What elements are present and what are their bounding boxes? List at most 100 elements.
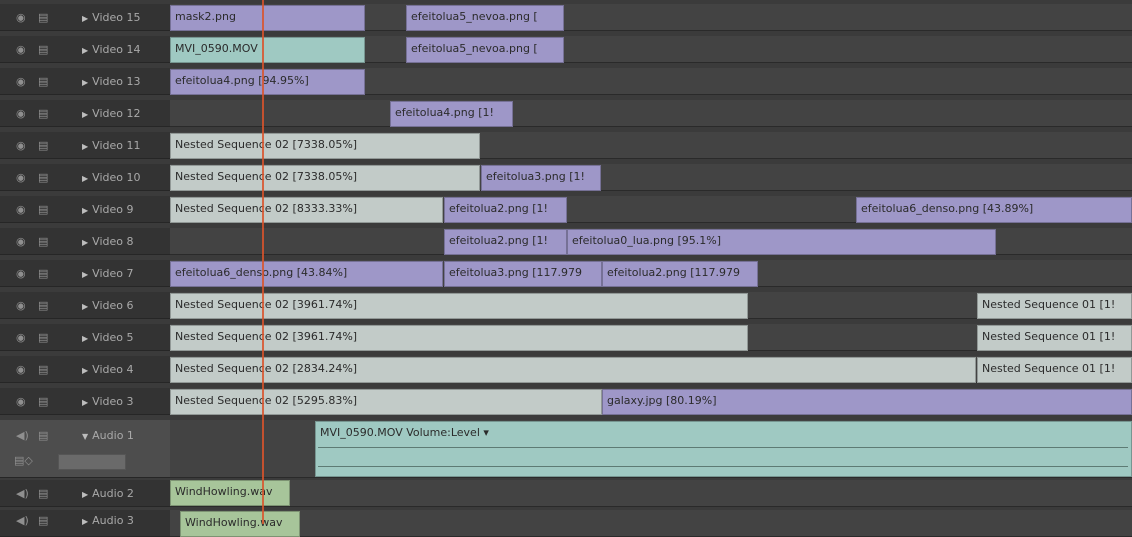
keyframe-navigator[interactable] <box>58 454 126 470</box>
filmstrip-icon[interactable]: ▤ <box>38 43 48 57</box>
expand-icon[interactable]: ▶ <box>82 334 88 343</box>
filmstrip-icon[interactable]: ▤ <box>38 75 48 89</box>
clip[interactable]: Nested Sequence 02 [7338.05%] <box>170 133 480 159</box>
expand-icon[interactable]: ▶ <box>82 302 88 311</box>
eye-icon[interactable]: ◉ <box>16 395 26 409</box>
speaker-icon[interactable]: ◀) <box>16 487 29 501</box>
clip[interactable]: efeitolua3.png [117.979 <box>444 261 602 287</box>
eye-icon[interactable]: ◉ <box>16 75 26 89</box>
clip[interactable]: Nested Sequence 02 [5295.83%] <box>170 389 602 415</box>
eye-icon[interactable]: ◉ <box>16 171 26 185</box>
filmstrip-icon[interactable]: ▤ <box>38 395 48 409</box>
clip[interactable]: Nested Sequence 02 [3961.74%] <box>170 293 748 319</box>
track-header-video-11: ◉ ▤ ▶ Video 11 <box>0 132 170 159</box>
clip[interactable]: Nested Sequence 01 [1! <box>977 325 1132 351</box>
filmstrip-icon[interactable]: ▤ <box>38 235 48 249</box>
track-name[interactable]: ▶ Video 13 <box>82 75 140 88</box>
clip[interactable]: Nested Sequence 02 [3961.74%] <box>170 325 748 351</box>
clip[interactable]: mask2.png <box>170 5 365 31</box>
filmstrip-icon[interactable]: ▤ <box>38 107 48 121</box>
track-name[interactable]: ▶ Audio 2 <box>82 487 134 500</box>
clip[interactable]: efeitolua6_denso.png [43.84%] <box>170 261 443 287</box>
expand-icon[interactable]: ▶ <box>82 142 88 151</box>
eye-icon[interactable]: ◉ <box>16 11 26 25</box>
eye-icon[interactable]: ◉ <box>16 363 26 377</box>
filmstrip-icon[interactable]: ▤ <box>38 487 48 501</box>
expand-icon[interactable]: ▶ <box>82 46 88 55</box>
clip[interactable]: MVI_0590.MOV <box>170 37 365 63</box>
clip[interactable]: efeitolua4.png [1! <box>390 101 513 127</box>
filmstrip-icon[interactable]: ▤ <box>38 429 48 443</box>
track-lane[interactable] <box>170 100 1132 127</box>
audio-clip[interactable]: WindHowling.wav <box>170 480 290 506</box>
filmstrip-icon[interactable]: ▤ <box>38 11 48 25</box>
clip[interactable]: Nested Sequence 02 [8333.33%] <box>170 197 443 223</box>
track-name[interactable]: ▶ Video 11 <box>82 139 140 152</box>
track-lane[interactable] <box>170 480 1132 507</box>
expand-icon[interactable]: ▶ <box>82 270 88 279</box>
eye-icon[interactable]: ◉ <box>16 43 26 57</box>
filmstrip-icon[interactable]: ▤ <box>38 139 48 153</box>
audio-clip[interactable]: MVI_0590.MOV Volume:Level ▾ <box>315 421 1132 477</box>
filmstrip-icon[interactable]: ▤ <box>38 203 48 217</box>
eye-icon[interactable]: ◉ <box>16 267 26 281</box>
eye-icon[interactable]: ◉ <box>16 203 26 217</box>
clip[interactable]: efeitolua5_nevoa.png [ <box>406 5 564 31</box>
filmstrip-icon[interactable]: ▤ <box>38 267 48 281</box>
expand-icon[interactable]: ▶ <box>82 490 88 499</box>
speaker-icon[interactable]: ◀) <box>16 514 29 528</box>
clip[interactable]: efeitolua2.png [1! <box>444 197 567 223</box>
clip[interactable]: Nested Sequence 01 [1! <box>977 293 1132 319</box>
filmstrip-icon[interactable]: ▤ <box>38 514 48 528</box>
clip[interactable]: Nested Sequence 02 [7338.05%] <box>170 165 480 191</box>
track-name[interactable]: ▶ Audio 3 <box>82 514 134 527</box>
filmstrip-icon[interactable]: ▤ <box>38 171 48 185</box>
track-name[interactable]: ▶ Video 9 <box>82 203 133 216</box>
eye-icon[interactable]: ◉ <box>16 299 26 313</box>
clip[interactable]: efeitolua0_lua.png [95.1%] <box>567 229 996 255</box>
eye-icon[interactable]: ◉ <box>16 107 26 121</box>
track-name[interactable]: ▶ Video 3 <box>82 395 133 408</box>
track-name[interactable]: ▶ Video 15 <box>82 11 140 24</box>
expand-icon[interactable]: ▶ <box>82 238 88 247</box>
eye-icon[interactable]: ◉ <box>16 235 26 249</box>
track-name[interactable]: ▶ Video 8 <box>82 235 133 248</box>
track-name[interactable]: ▶ Video 10 <box>82 171 140 184</box>
eye-icon[interactable]: ◉ <box>16 139 26 153</box>
clip[interactable]: Nested Sequence 02 [2834.24%] <box>170 357 976 383</box>
track-name[interactable]: ▶ Video 5 <box>82 331 133 344</box>
expand-icon[interactable]: ▶ <box>82 206 88 215</box>
track-label: Video 13 <box>92 75 141 88</box>
clip[interactable]: efeitolua5_nevoa.png [ <box>406 37 564 63</box>
clip[interactable]: efeitolua2.png [117.979 <box>602 261 758 287</box>
audio-clip[interactable]: WindHowling.wav <box>180 511 300 537</box>
playhead[interactable] <box>262 0 264 524</box>
keyframe-display-icon[interactable]: ▤◇ <box>14 454 33 468</box>
track-header-video-9: ◉ ▤ ▶ Video 9 <box>0 196 170 223</box>
eye-icon[interactable]: ◉ <box>16 331 26 345</box>
expand-icon[interactable]: ▶ <box>82 366 88 375</box>
collapse-icon[interactable]: ▼ <box>82 432 88 441</box>
track-name[interactable]: ▼ Audio 1 <box>82 429 134 442</box>
track-name[interactable]: ▶ Video 4 <box>82 363 133 376</box>
clip[interactable]: efeitolua2.png [1! <box>444 229 567 255</box>
track-name[interactable]: ▶ Video 6 <box>82 299 133 312</box>
clip[interactable]: efeitolua4.png [94.95%] <box>170 69 365 95</box>
expand-icon[interactable]: ▶ <box>82 78 88 87</box>
filmstrip-icon[interactable]: ▤ <box>38 299 48 313</box>
expand-icon[interactable]: ▶ <box>82 517 88 526</box>
track-name[interactable]: ▶ Video 7 <box>82 267 133 280</box>
expand-icon[interactable]: ▶ <box>82 174 88 183</box>
clip[interactable]: galaxy.jpg [80.19%] <box>602 389 1132 415</box>
expand-icon[interactable]: ▶ <box>82 398 88 407</box>
clip[interactable]: Nested Sequence 01 [1! <box>977 357 1132 383</box>
track-name[interactable]: ▶ Video 12 <box>82 107 140 120</box>
filmstrip-icon[interactable]: ▤ <box>38 331 48 345</box>
clip[interactable]: efeitolua3.png [1! <box>481 165 601 191</box>
expand-icon[interactable]: ▶ <box>82 110 88 119</box>
track-name[interactable]: ▶ Video 14 <box>82 43 140 56</box>
filmstrip-icon[interactable]: ▤ <box>38 363 48 377</box>
expand-icon[interactable]: ▶ <box>82 14 88 23</box>
speaker-icon[interactable]: ◀) <box>16 429 29 443</box>
clip[interactable]: efeitolua6_denso.png [43.89%] <box>856 197 1132 223</box>
